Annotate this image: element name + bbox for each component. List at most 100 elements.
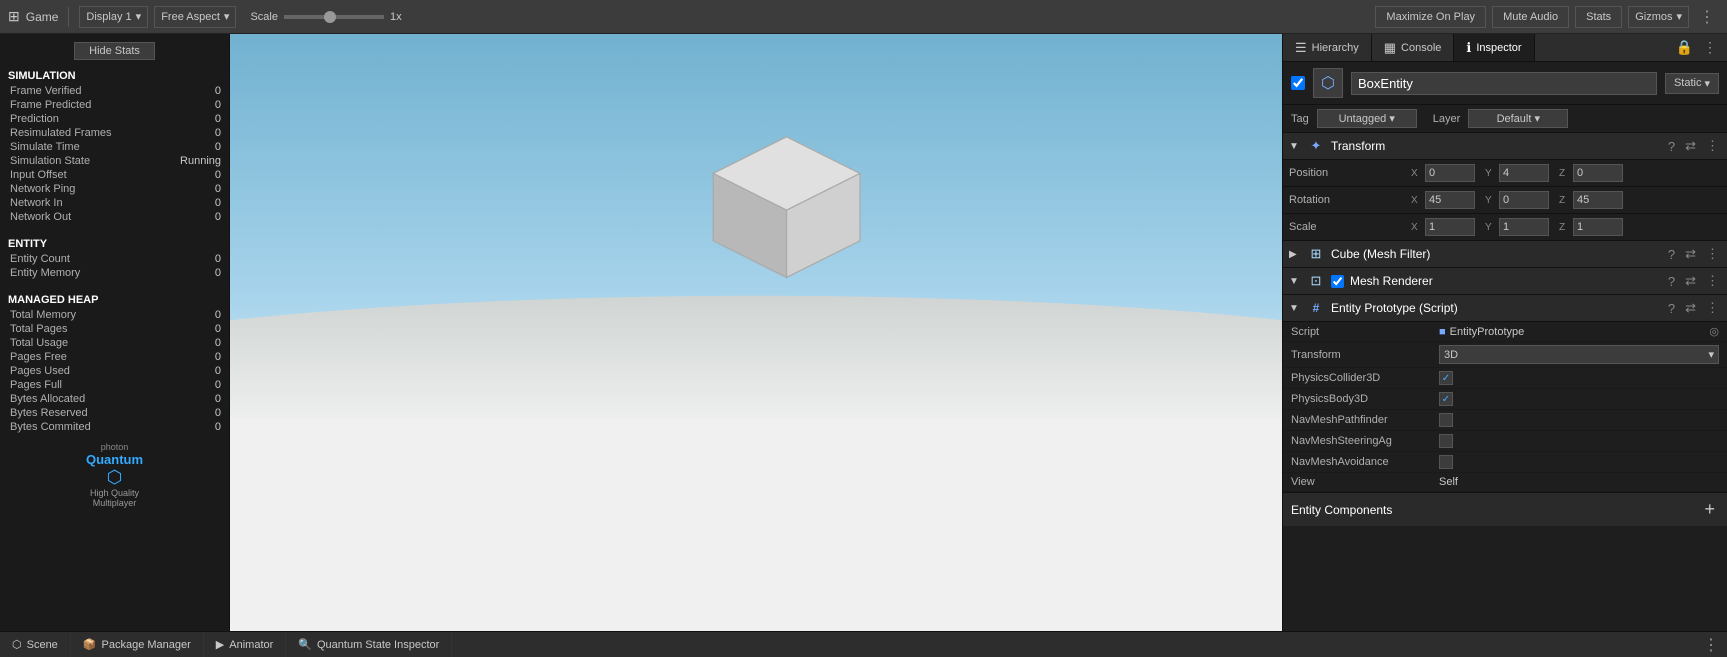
transform-icon: ✦ — [1307, 137, 1325, 155]
mesh-filter-toggle-icon: ▶ — [1289, 249, 1301, 260]
navmesh-steering-checkbox[interactable] — [1439, 434, 1453, 448]
transform-help-button[interactable]: ? — [1666, 139, 1677, 154]
console-icon: ▦ — [1384, 40, 1396, 56]
transform-component-header[interactable]: ▼ ✦ Transform ? ⇄ ⋮ — [1283, 133, 1727, 160]
position-y-input[interactable] — [1499, 164, 1549, 182]
entity-prototype-actions: ? ⇄ ⋮ — [1666, 300, 1721, 316]
transform-type-dropdown[interactable]: 3D ▾ — [1439, 345, 1719, 364]
game-title: Game — [26, 10, 59, 24]
mesh-renderer-checkbox[interactable] — [1331, 275, 1344, 288]
mesh-renderer-settings-button[interactable]: ⇄ — [1683, 273, 1698, 289]
top-bar: ⊞ Game Display 1 ▾ Free Aspect ▾ Scale 1… — [0, 0, 1727, 34]
scale-z-field: Z — [1556, 217, 1626, 237]
animator-label: Animator — [229, 639, 273, 651]
entity-prototype-toggle-icon: ▼ — [1289, 303, 1301, 314]
scale-z-input[interactable] — [1573, 218, 1623, 236]
stat-total-pages: Total Pages 0 — [0, 322, 229, 336]
bottom-menu-icon[interactable]: ⋮ — [1695, 635, 1727, 655]
entity-prototype-menu-button[interactable]: ⋮ — [1704, 300, 1721, 316]
package-manager-label: Package Manager — [102, 639, 191, 651]
transform-menu-button[interactable]: ⋮ — [1704, 138, 1721, 154]
entity-prototype-header[interactable]: ▼ # Entity Prototype (Script) ? ⇄ ⋮ — [1283, 295, 1727, 322]
mesh-renderer-header[interactable]: ▼ ⊡ Mesh Renderer ? ⇄ ⋮ — [1283, 268, 1727, 295]
lock-button[interactable]: 🔒 — [1674, 39, 1695, 56]
tab-package-manager[interactable]: 📦 Package Manager — [71, 632, 204, 657]
rotation-y-field: Y — [1482, 190, 1552, 210]
chevron-down-icon: ▾ — [1708, 348, 1714, 361]
static-button[interactable]: Static ▾ — [1665, 73, 1719, 94]
aspect-dropdown[interactable]: Free Aspect ▾ — [154, 6, 236, 28]
scale-slider[interactable] — [284, 15, 384, 19]
mesh-filter-actions: ? ⇄ ⋮ — [1666, 246, 1721, 262]
mesh-renderer-help-button[interactable]: ? — [1666, 274, 1677, 289]
hierarchy-icon: ☰ — [1295, 40, 1307, 56]
tab-inspector-label: Inspector — [1476, 42, 1521, 54]
mesh-renderer-toggle-icon: ▼ — [1289, 276, 1301, 287]
scale-y-input[interactable] — [1499, 218, 1549, 236]
transform-settings-button[interactable]: ⇄ — [1683, 138, 1698, 154]
tag-dropdown[interactable]: Untagged ▾ — [1317, 109, 1417, 128]
add-component-button[interactable]: + — [1700, 499, 1719, 520]
entity-name-input[interactable] — [1351, 72, 1657, 95]
maximize-on-play-button[interactable]: Maximize On Play — [1375, 6, 1486, 28]
physics-collider-checkbox[interactable]: ✓ — [1439, 371, 1453, 385]
view-row: View Self — [1283, 473, 1727, 492]
mesh-filter-settings-button[interactable]: ⇄ — [1683, 246, 1698, 262]
entity-header: ⬡ Static ▾ — [1283, 62, 1727, 105]
animator-icon: ▶ — [216, 638, 224, 651]
menu-icon[interactable]: ⋮ — [1695, 7, 1719, 27]
scale-x-field: X — [1408, 217, 1478, 237]
position-y-field: Y — [1482, 163, 1552, 183]
stats-button[interactable]: Stats — [1575, 6, 1622, 28]
mesh-renderer-menu-button[interactable]: ⋮ — [1704, 273, 1721, 289]
entity-prototype-settings-button[interactable]: ⇄ — [1683, 300, 1698, 316]
bottom-tabs: ⬡ Scene 📦 Package Manager ▶ Animator 🔍 Q… — [0, 631, 1727, 657]
photon-logo: photon Quantum ⬡ High QualityMultiplayer — [0, 434, 229, 516]
rotation-x-input[interactable] — [1425, 191, 1475, 209]
gizmos-button[interactable]: Gizmos ▾ — [1628, 6, 1689, 28]
position-x-input[interactable] — [1425, 164, 1475, 182]
tab-console[interactable]: ▦ Console — [1372, 34, 1455, 61]
mesh-filter-help-button[interactable]: ? — [1666, 247, 1677, 262]
tab-actions: 🔒 ⋮ — [1666, 39, 1727, 56]
chevron-down-icon: ▾ — [224, 10, 230, 23]
tab-animator[interactable]: ▶ Animator — [204, 632, 287, 657]
scale-x-input[interactable] — [1425, 218, 1475, 236]
stat-frame-verified: Frame Verified 0 — [0, 84, 229, 98]
transform-toggle-icon: ▼ — [1289, 141, 1301, 152]
chevron-down-icon: ▾ — [136, 10, 142, 23]
right-panel: ☰ Hierarchy ▦ Console ℹ Inspector 🔒 ⋮ — [1282, 34, 1727, 631]
navmesh-pathfinder-row: NavMeshPathfinder — [1283, 410, 1727, 431]
navmesh-avoidance-checkbox[interactable] — [1439, 455, 1453, 469]
tag-layer-row: Tag Untagged ▾ Layer Default ▾ — [1283, 105, 1727, 133]
rotation-y-input[interactable] — [1499, 191, 1549, 209]
navmesh-pathfinder-checkbox[interactable] — [1439, 413, 1453, 427]
mute-audio-button[interactable]: Mute Audio — [1492, 6, 1569, 28]
tab-inspector[interactable]: ℹ Inspector — [1454, 34, 1534, 61]
position-z-input[interactable] — [1573, 164, 1623, 182]
mesh-filter-menu-button[interactable]: ⋮ — [1704, 246, 1721, 262]
stat-simulate-time: Simulate Time 0 — [0, 140, 229, 154]
entity-active-checkbox[interactable] — [1291, 76, 1305, 90]
rotation-z-input[interactable] — [1573, 191, 1623, 209]
entity-prototype-icon: # — [1307, 299, 1325, 317]
game-viewport[interactable] — [230, 34, 1282, 631]
mesh-filter-icon: ⊞ — [1307, 245, 1325, 263]
display-dropdown[interactable]: Display 1 ▾ — [79, 6, 148, 28]
stat-network-in: Network In 0 — [0, 196, 229, 210]
physics-body-checkbox[interactable]: ✓ — [1439, 392, 1453, 406]
rotation-z-field: Z — [1556, 190, 1626, 210]
tab-console-label: Console — [1401, 42, 1441, 54]
mesh-renderer-actions: ? ⇄ ⋮ — [1666, 273, 1721, 289]
script-select-button[interactable]: ◎ — [1709, 325, 1719, 338]
tab-menu-button[interactable]: ⋮ — [1701, 39, 1719, 56]
stat-pages-free: Pages Free 0 — [0, 350, 229, 364]
hide-stats-button[interactable]: Hide Stats — [74, 42, 155, 60]
entity-prototype-help-button[interactable]: ? — [1666, 301, 1677, 316]
layer-dropdown[interactable]: Default ▾ — [1468, 109, 1568, 128]
mesh-filter-header[interactable]: ▶ ⊞ Cube (Mesh Filter) ? ⇄ ⋮ — [1283, 241, 1727, 268]
tab-hierarchy[interactable]: ☰ Hierarchy — [1283, 34, 1372, 61]
tab-scene[interactable]: ⬡ Scene — [0, 632, 71, 657]
simulation-header: SIMULATION — [0, 64, 229, 84]
tab-quantum-state-inspector[interactable]: 🔍 Quantum State Inspector — [286, 632, 452, 657]
